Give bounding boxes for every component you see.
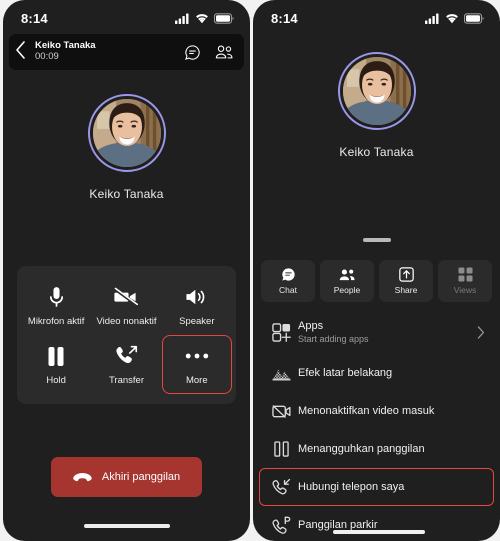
menu-item-text: Hubungi telepon saya xyxy=(298,481,485,494)
menu-item-title: Menangguhkan panggilan xyxy=(298,442,425,455)
left-status-bar: 8:14 xyxy=(3,0,250,30)
status-bar-icons xyxy=(425,12,484,24)
right-status-bar: 8:14 xyxy=(253,0,500,30)
call-control-pad: Mikrofon aktif Video nonaktif Speaker Ho… xyxy=(17,266,236,404)
sheet-drag-handle[interactable] xyxy=(362,238,391,242)
microphone-icon xyxy=(48,285,65,309)
control-transfer-button[interactable]: Transfer xyxy=(91,335,161,394)
apps-icon xyxy=(264,322,298,342)
menu-item-hold-call[interactable]: Menangguhkan panggilan xyxy=(259,430,494,468)
call-me-back-icon xyxy=(264,478,298,497)
more-options-menu: Apps Start adding apps Efek latar belaka… xyxy=(253,310,500,541)
avatar-photo xyxy=(342,57,411,125)
participant-name: Keiko Tanaka xyxy=(339,145,414,159)
cellular-signal-icon xyxy=(175,13,190,24)
control-video-toggle[interactable]: Video nonaktif xyxy=(91,276,161,335)
status-bar-time: 8:14 xyxy=(21,10,48,26)
chat-bubble-icon xyxy=(281,267,296,282)
wifi-icon xyxy=(195,13,209,24)
call-header-text: Keiko Tanaka 00:09 xyxy=(35,41,184,62)
menu-item-turn-off-incoming-video[interactable]: Menonaktifkan video masuk xyxy=(259,392,494,430)
chevron-right-icon xyxy=(477,325,485,339)
call-header-bar[interactable]: Keiko Tanaka 00:09 xyxy=(9,34,244,70)
home-indicator xyxy=(83,524,170,528)
tile-label: Share xyxy=(394,285,418,295)
end-call-button[interactable]: Akhiri panggilan xyxy=(50,457,203,497)
wifi-icon xyxy=(445,13,459,24)
share-upload-icon xyxy=(398,267,414,282)
menu-item-apps[interactable]: Apps Start adding apps xyxy=(259,310,494,354)
screenshot-stage: 8:14 Keiko Tanaka 00:09 Keiko Tanaka Mik… xyxy=(0,0,500,541)
control-speaker-toggle[interactable]: Speaker xyxy=(162,276,232,335)
end-call-label: Akhiri panggilan xyxy=(101,471,181,483)
participant-name: Keiko Tanaka xyxy=(89,187,164,201)
battery-icon xyxy=(214,12,234,24)
tile-label: People xyxy=(333,284,361,295)
control-label: Speaker xyxy=(179,316,215,327)
grid-views-icon xyxy=(457,267,473,282)
control-row-1: Mikrofon aktif Video nonaktif Speaker xyxy=(21,276,232,335)
status-bar-icons xyxy=(175,12,234,24)
menu-item-subtitle: Start adding apps xyxy=(298,333,369,344)
video-off-slash-icon xyxy=(264,403,298,420)
control-hold-button[interactable]: Hold xyxy=(21,335,91,394)
control-more-button[interactable]: More xyxy=(161,335,232,394)
menu-item-title: Hubungi telepon saya xyxy=(298,480,405,493)
left-participant-stage: Keiko Tanaka xyxy=(3,70,250,201)
hang-up-icon xyxy=(73,472,92,483)
tile-share[interactable]: Share xyxy=(379,260,433,302)
control-row-2: Hold Transfer More xyxy=(21,335,232,394)
avatar xyxy=(337,52,416,130)
tile-label: Chat xyxy=(279,285,297,295)
menu-item-call-park[interactable]: Panggilan parkir xyxy=(259,506,494,541)
left-phone-frame: 8:14 Keiko Tanaka 00:09 Keiko Tanaka Mik… xyxy=(3,0,250,541)
menu-item-text: Menangguhkan panggilan xyxy=(298,443,485,456)
control-label: Mikrofon aktif xyxy=(27,316,85,327)
people-icon[interactable] xyxy=(215,44,234,61)
menu-item-call-me-back[interactable]: Hubungi telepon saya xyxy=(259,468,494,506)
tile-chat[interactable]: Chat xyxy=(261,260,315,302)
control-label: More xyxy=(185,375,208,386)
right-phone-frame: 8:14 Keiko Tanaka Chat People Share View… xyxy=(253,0,500,541)
ellipsis-icon xyxy=(185,344,209,368)
avatar-photo xyxy=(92,99,161,167)
tile-people[interactable]: People xyxy=(320,260,374,302)
speaker-icon xyxy=(185,285,208,309)
cellular-signal-icon xyxy=(425,13,440,24)
right-participant-stage: Keiko Tanaka xyxy=(253,30,500,159)
people-icon xyxy=(339,268,356,282)
menu-item-text: Efek latar belakang xyxy=(298,367,485,380)
menu-item-title: Menonaktifkan video masuk xyxy=(298,404,435,417)
end-call-wrapper: Akhiri panggilan xyxy=(3,457,250,497)
background-effects-icon xyxy=(264,364,298,382)
menu-item-text: Menonaktifkan video masuk xyxy=(298,405,485,418)
control-mic-toggle[interactable]: Mikrofon aktif xyxy=(21,276,91,335)
tile-views[interactable]: Views xyxy=(438,260,492,302)
call-header-actions xyxy=(184,44,234,61)
control-label: Transfer xyxy=(108,375,144,386)
battery-icon xyxy=(464,12,484,24)
call-transfer-icon xyxy=(115,344,138,368)
menu-item-background-effects[interactable]: Efek latar belakang xyxy=(259,354,494,392)
pause-icon xyxy=(47,344,65,368)
chat-bubble-icon[interactable] xyxy=(184,44,201,61)
video-off-icon xyxy=(114,285,139,309)
control-label: Hold xyxy=(46,375,66,386)
back-chevron-icon[interactable] xyxy=(15,41,31,63)
call-header-duration: 00:09 xyxy=(35,51,59,62)
pause-icon xyxy=(264,441,298,457)
control-label: Video nonaktif xyxy=(96,316,157,327)
menu-item-title: Apps xyxy=(298,319,324,332)
avatar xyxy=(87,94,166,172)
menu-item-title: Efek latar belakang xyxy=(298,366,393,379)
status-bar-time: 8:14 xyxy=(271,10,298,26)
tile-label: Views xyxy=(453,285,477,295)
menu-item-text: Apps Start adding apps xyxy=(298,320,477,345)
quick-action-tiles: Chat People Share Views xyxy=(261,260,492,302)
call-park-icon xyxy=(264,516,298,535)
sheet-scroll-indicator[interactable] xyxy=(333,530,425,534)
